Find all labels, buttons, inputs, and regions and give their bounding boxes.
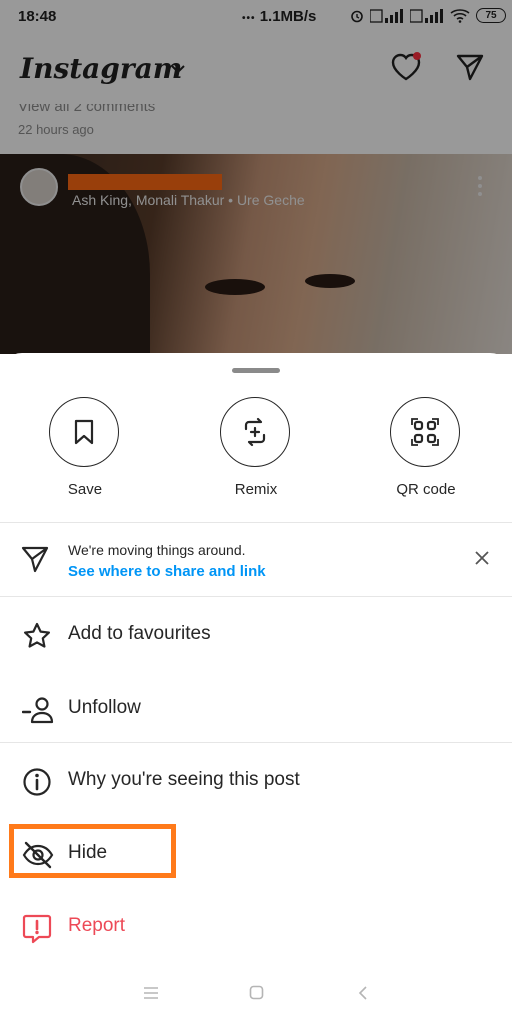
back-icon[interactable] xyxy=(358,985,368,1001)
remix-icon xyxy=(244,417,266,447)
qr-code-icon xyxy=(411,418,439,446)
remix-circle xyxy=(220,397,290,467)
remix-label: Remix xyxy=(234,481,278,498)
qr-code-circle xyxy=(390,397,460,467)
info-icon xyxy=(23,768,51,796)
options-sheet: Save Remix QR code We're moving things a… xyxy=(0,353,512,1024)
star-icon xyxy=(24,622,50,648)
qr-code-button[interactable] xyxy=(390,397,460,467)
divider xyxy=(0,522,512,523)
menu-item-label: Report xyxy=(68,915,126,936)
menu-item-label: Add to favourites xyxy=(68,623,211,644)
save-label: Save xyxy=(67,481,103,498)
sheet-backdrop[interactable] xyxy=(0,0,512,354)
banner-link[interactable]: See where to share and link xyxy=(68,563,266,580)
save-circle xyxy=(49,397,119,467)
banner-title: We're moving things around. xyxy=(68,542,246,558)
divider xyxy=(0,596,512,597)
remix-button[interactable] xyxy=(220,397,290,467)
home-icon[interactable] xyxy=(249,985,264,1000)
menu-item-report[interactable]: Report xyxy=(0,901,512,961)
menu-icon[interactable] xyxy=(143,986,159,1000)
share-icon xyxy=(21,546,49,573)
system-nav-bar xyxy=(0,970,512,1024)
report-icon xyxy=(22,914,52,944)
bookmark-icon xyxy=(74,419,94,445)
unfollow-icon xyxy=(22,697,54,724)
qr-code-label: QR code xyxy=(396,481,456,498)
close-icon[interactable] xyxy=(474,550,490,566)
save-button[interactable] xyxy=(49,397,119,467)
sheet-drag-handle[interactable] xyxy=(232,368,280,373)
menu-item-label: Why you're seeing this post xyxy=(68,769,300,790)
divider xyxy=(0,742,512,743)
menu-item-label: Unfollow xyxy=(68,697,141,718)
menu-item-unfollow[interactable]: Unfollow xyxy=(0,683,512,743)
menu-item-why-seeing[interactable]: Why you're seeing this post xyxy=(0,755,512,815)
menu-item-favourites[interactable]: Add to favourites xyxy=(0,609,512,669)
hide-highlight-box xyxy=(9,824,176,878)
